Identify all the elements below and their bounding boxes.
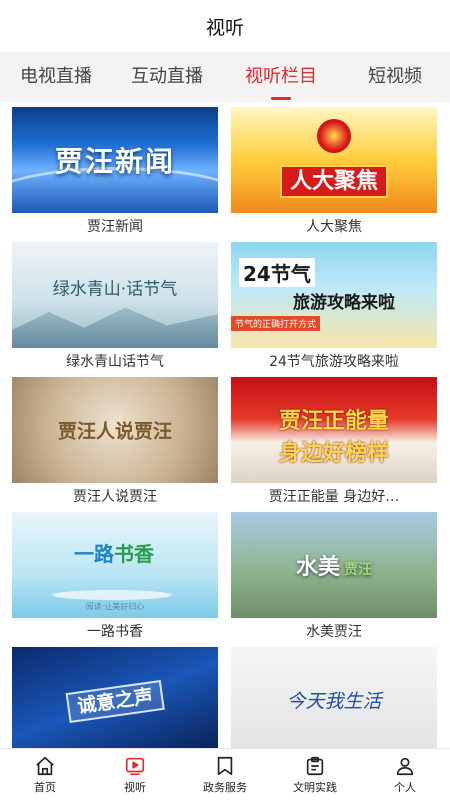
tab-indicator xyxy=(271,97,291,100)
logo-part-a: 一路 xyxy=(74,542,114,566)
nav-label: 视听 xyxy=(124,780,146,794)
tab-av-columns[interactable]: 视听栏目 xyxy=(222,52,340,102)
program-caption: 一路书香 xyxy=(87,624,143,640)
program-caption: 水美贾汪 xyxy=(306,624,362,640)
program-card[interactable]: 今天我生活 xyxy=(231,647,437,748)
tab-label: 互动直播 xyxy=(131,66,203,87)
tab-label: 短视频 xyxy=(368,66,422,87)
clipboard-icon xyxy=(306,756,324,775)
program-card[interactable]: 诚意之声 xyxy=(12,647,218,748)
thumbnail-title: 诚意之声 xyxy=(65,679,165,724)
program-thumbnail: 贾汪新闻 xyxy=(12,107,218,213)
program-caption: 绿水青山话节气 xyxy=(66,354,164,370)
thumbnail-title: 贾汪新闻 xyxy=(54,145,175,178)
video-icon xyxy=(125,757,145,775)
thumbnail-title: 今天我生活 xyxy=(286,690,382,713)
logo-part-b: 书香 xyxy=(114,542,154,566)
program-card[interactable]: 人大聚焦 人大聚焦 xyxy=(231,107,437,242)
bottom-nav: 首页 视听 政务服务 文明实践 个人 xyxy=(0,748,450,800)
program-thumbnail: 今天我生活 xyxy=(231,647,437,748)
program-card[interactable]: 一路书香 阅读·让美好归心 一路书香 xyxy=(12,512,218,647)
tab-label: 视听栏目 xyxy=(245,66,317,87)
page-title: 视听 xyxy=(205,16,244,39)
thumbnail-subtitle: 身边好榜样 xyxy=(278,441,389,466)
program-card[interactable]: 贾汪正能量 身边好榜样 贾汪正能量 身边好… xyxy=(231,377,437,512)
nav-label: 个人 xyxy=(394,780,416,794)
tab-interactive-live[interactable]: 互动直播 xyxy=(112,52,222,102)
thumbnail-slogan: 阅读·让美好归心 xyxy=(85,602,145,611)
nav-label: 首页 xyxy=(34,780,56,794)
program-card[interactable]: 贾汪人说贾汪 贾汪人说贾汪 xyxy=(12,377,218,512)
program-card[interactable]: 水美 贾汪 水美贾汪 xyxy=(231,512,437,647)
program-card[interactable]: 贾汪新闻 贾汪新闻 xyxy=(12,107,218,242)
program-caption: 贾汪新闻 xyxy=(87,219,143,235)
thumbnail-title-wrap: 诚意之声 xyxy=(12,672,218,727)
thumbnail-title: 24节气 xyxy=(239,258,315,287)
bookmark-icon xyxy=(217,756,233,775)
program-thumbnail: 水美 贾汪 xyxy=(231,512,437,618)
program-grid: 贾汪新闻 贾汪新闻 人大聚焦 人大聚焦 绿水青山·话节气 绿水青山话节气 24节… xyxy=(0,102,450,748)
program-thumbnail: 贾汪人说贾汪 xyxy=(12,377,218,483)
desk-decor xyxy=(52,590,172,600)
thumbnail-title: 绿水青山·话节气 xyxy=(52,279,178,300)
program-card[interactable]: 24节气 旅游攻略来啦 节气的正确打开方式 24节气旅游攻略来啦 xyxy=(231,242,437,377)
nav-label: 政务服务 xyxy=(203,780,247,794)
user-icon xyxy=(396,757,414,775)
nav-gov-services[interactable]: 政务服务 xyxy=(180,749,270,800)
thumbnail-title: 人大聚焦 xyxy=(279,165,388,199)
thumbnail-title: 贾汪人说贾汪 xyxy=(57,420,172,443)
nav-audiovisual[interactable]: 视听 xyxy=(90,749,180,800)
program-thumbnail: 贾汪正能量 身边好榜样 xyxy=(231,377,437,483)
thumbnail-title: 水美 xyxy=(295,555,340,580)
program-thumbnail: 24节气 旅游攻略来啦 节气的正确打开方式 xyxy=(231,242,437,348)
thumbnail-tag: 节气的正确打开方式 xyxy=(231,316,321,331)
nav-label: 文明实践 xyxy=(293,780,337,794)
program-caption: 人大聚焦 xyxy=(306,219,362,235)
program-caption: 贾汪人说贾汪 xyxy=(73,489,157,505)
tab-tv-live[interactable]: 电视直播 xyxy=(0,52,112,102)
nav-home[interactable]: 首页 xyxy=(0,749,90,800)
thumbnail-title-wrap: 人大聚焦 xyxy=(231,163,437,199)
nav-civilization-practice[interactable]: 文明实践 xyxy=(270,749,360,800)
program-thumbnail: 诚意之声 xyxy=(12,647,218,748)
program-thumbnail: 一路书香 阅读·让美好归心 xyxy=(12,512,218,618)
tab-short-video[interactable]: 短视频 xyxy=(340,52,450,102)
program-thumbnail: 绿水青山·话节气 xyxy=(12,242,218,348)
program-card[interactable]: 绿水青山·话节气 绿水青山话节气 xyxy=(12,242,218,377)
program-thumbnail: 人大聚焦 xyxy=(231,107,437,213)
program-caption: 24节气旅游攻略来啦 xyxy=(269,354,399,370)
tab-label: 电视直播 xyxy=(20,66,92,87)
thumbnail-subtitle: 旅游攻略来啦 xyxy=(293,293,395,313)
category-tabs: 电视直播 互动直播 视听栏目 短视频 xyxy=(0,52,450,102)
thumbnail-title-wrap: 水美 贾汪 xyxy=(231,549,437,581)
thumbnail-title: 贾汪正能量 xyxy=(278,409,389,434)
program-caption: 贾汪正能量 身边好… xyxy=(268,489,400,505)
emblem-icon xyxy=(317,119,351,153)
home-icon xyxy=(36,756,54,775)
thumbnail-subtitle: 贾汪 xyxy=(344,562,372,578)
mountain-decor xyxy=(12,307,218,348)
top-bar: 视听 xyxy=(0,0,450,52)
thumbnail-logo: 一路书香 xyxy=(74,538,154,567)
nav-profile[interactable]: 个人 xyxy=(360,749,450,800)
